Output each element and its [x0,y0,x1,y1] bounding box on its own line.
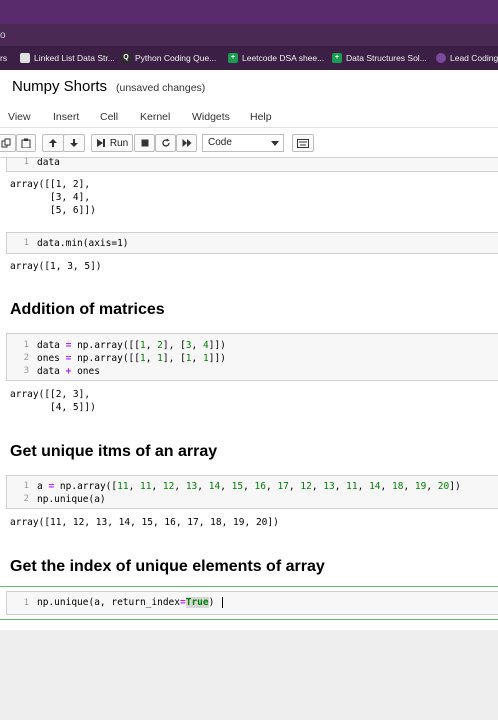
bookmark-item[interactable]: Q Python Coding Que... [121,52,216,64]
plus-icon: + [332,53,342,63]
code-line: data [37,158,60,168]
code-line: np.unique(a, return_index=True) [37,597,224,608]
menu-view[interactable]: View [8,111,31,123]
line-number: 1 [23,340,29,350]
notebook-title[interactable]: Numpy Shorts [12,78,107,95]
move-down-button[interactable] [63,134,85,152]
menu-help[interactable]: Help [250,111,272,123]
bookmark-label: Data Structures Sol... [346,53,427,63]
bookmark-item[interactable]: + Data Structures Sol... [332,52,427,64]
command-palette-button[interactable] [292,134,314,152]
restart-button[interactable] [155,134,176,152]
address-bar[interactable]: o [0,24,498,46]
line-number: 1 [23,238,29,248]
stop-icon [141,139,148,147]
keyboard-icon [297,138,309,148]
fast-forward-icon [182,139,191,147]
interrupt-button[interactable] [134,134,155,152]
page-background [0,630,498,720]
bookmarks-bar: rs Linked List Data Str... Q Python Codi… [0,46,498,70]
run-label: Run [109,137,129,149]
code-line: data + ones [37,366,100,377]
line-number: 1 [23,481,29,491]
bookmark-item[interactable]: + Leetcode DSA shee... [228,52,324,64]
cell-output: array([[1, 2], [3, 4], [5, 6]]) [10,179,96,216]
menu-bar: View Insert Cell Kernel Widgets Help [0,106,498,128]
q-icon: Q [121,53,131,63]
line-number: 1 [23,158,29,167]
line-number: 1 [23,598,29,608]
code-line: ones = np.array([[1, 1], [1, 1]]) [37,353,226,364]
markdown-heading[interactable]: Get unique itms of an array [10,443,217,461]
cell-output: array([[2, 3], [4, 5]]) [10,389,96,413]
avatar-icon [436,53,446,63]
save-status: (unsaved changes) [116,82,206,94]
text-cursor [222,597,224,608]
plus-icon: + [228,53,238,63]
code-cell-input[interactable]: 1 2 a = np.array([11, 11, 12, 13, 14, 15… [6,475,498,509]
markdown-heading[interactable]: Addition of matrices [10,301,165,319]
notebook-toolbar: Run Code [0,128,498,158]
line-number: 2 [23,353,29,363]
code-cell-input[interactable]: 1 data [6,158,498,172]
cell-output: array([11, 12, 13, 14, 15, 16, 17, 18, 1… [10,517,279,528]
paste-button[interactable] [16,134,36,152]
cell-type-select[interactable]: Code [202,134,284,152]
menu-cell[interactable]: Cell [100,111,118,123]
code-cell-input[interactable]: 1 np.unique(a, return_index=True) [6,591,498,615]
markdown-heading[interactable]: Get the index of unique elements of arra… [10,558,325,576]
step-forward-icon [96,139,105,147]
menu-kernel[interactable]: Kernel [140,111,170,123]
code-cell-input[interactable]: 1 data.min(axis=1) [6,232,498,254]
bookmark-item[interactable]: Linked List Data Str... [20,52,115,64]
bookmark-label: Leetcode DSA shee... [242,53,325,63]
cell-output: array([1, 3, 5]) [10,261,102,272]
line-number: 3 [23,366,29,376]
paste-icon [21,138,31,148]
url-fragment: o [0,30,6,41]
copy-button[interactable] [0,134,16,152]
bookmark-icon [20,53,30,63]
menu-insert[interactable]: Insert [53,111,79,123]
refresh-icon [161,138,170,147]
bookmark-item[interactable]: rs [0,52,7,64]
copy-icon [1,138,11,148]
bookmark-label: Python Coding Que... [135,53,217,63]
browser-title-bar [0,0,498,24]
code-line: data.min(axis=1) [37,238,129,249]
move-up-button[interactable] [42,134,64,152]
cell-type-value: Code [208,137,232,148]
bookmark-label: rs [0,53,8,63]
bookmark-label: Lead Coding [450,53,498,63]
run-button[interactable]: Run [91,134,133,152]
menu-widgets[interactable]: Widgets [192,111,230,123]
bookmark-item[interactable]: Lead Coding [436,52,498,64]
arrow-up-icon [49,139,57,147]
selected-cell[interactable]: 1 np.unique(a, return_index=True) [0,586,498,620]
chevron-down-icon [271,141,279,146]
bookmark-label: Linked List Data Str... [34,53,115,63]
line-number: 2 [23,494,29,504]
restart-run-all-button[interactable] [176,134,197,152]
arrow-down-icon [70,139,78,147]
notebook-body: 1 data array([[1, 2], [3, 4], [5, 6]]) 1… [0,158,498,630]
code-line: data = np.array([[1, 2], [3, 4]]) [37,340,226,351]
notebook-header: Numpy Shorts (unsaved changes) [0,70,498,106]
code-cell-input[interactable]: 1 2 3 data = np.array([[1, 2], [3, 4]]) … [6,333,498,381]
code-line: a = np.array([11, 11, 12, 13, 14, 15, 16… [37,481,461,492]
code-line: np.unique(a) [37,494,106,505]
